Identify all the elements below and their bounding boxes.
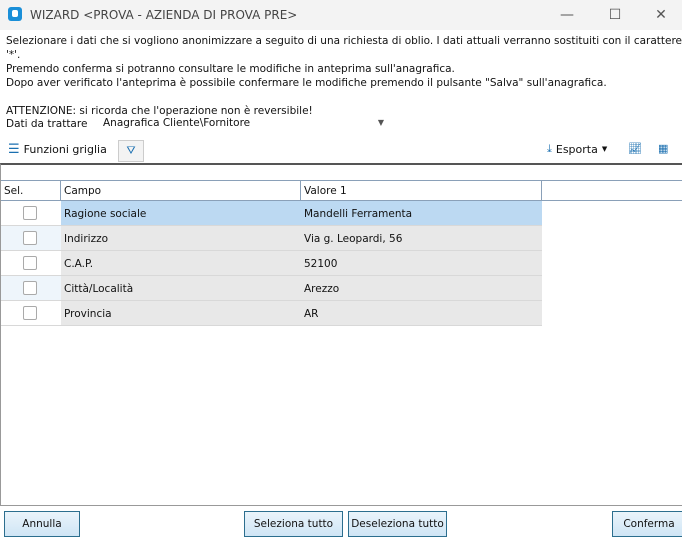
- export-label: Esporta: [555, 142, 598, 156]
- select-all-button[interactable]: Seleziona tutto: [244, 511, 343, 537]
- cell-campo: Città/Località: [64, 283, 134, 295]
- table-row[interactable]: Città/Località Arezzo: [1, 276, 542, 301]
- dati-value: Anagrafica Cliente\Fornitore: [103, 117, 251, 129]
- column-header-sel[interactable]: Sel.: [1, 181, 61, 200]
- instruction-line: Selezionare i dati che si vogliono anoni…: [6, 35, 682, 61]
- row-checkbox[interactable]: [23, 306, 37, 320]
- grid-functions-button[interactable]: ☰ Funzioni griglia: [8, 142, 107, 157]
- cell-valore: Via g. Leopardi, 56: [304, 233, 403, 245]
- grid-toolbar: ☰ Funzioni griglia ⛛ ⤓ Esporta ▼ 📈︎ ▦: [0, 140, 682, 162]
- export-button[interactable]: ⤓ Esporta ▼: [547, 142, 607, 156]
- dati-select[interactable]: Anagrafica Cliente\Fornitore ▼: [98, 114, 388, 134]
- minimize-button[interactable]: —: [552, 4, 582, 26]
- row-checkbox[interactable]: [23, 231, 37, 245]
- cancel-button[interactable]: Annulla: [4, 511, 80, 537]
- table-row[interactable]: Ragione sociale Mandelli Ferramenta: [1, 201, 542, 226]
- grid-layout-icon[interactable]: ▦: [658, 142, 668, 155]
- instructions: Selezionare i dati che si vogliono anoni…: [6, 34, 682, 118]
- cell-campo: C.A.P.: [64, 258, 94, 270]
- instruction-line: Premendo conferma si potranno consultare…: [6, 63, 455, 75]
- instruction-line: Dopo aver verificato l'anteprima è possi…: [6, 77, 607, 89]
- maximize-button[interactable]: ☐: [600, 4, 630, 26]
- table-row[interactable]: Provincia AR: [1, 301, 542, 326]
- table-row[interactable]: Indirizzo Via g. Leopardi, 56: [1, 226, 542, 251]
- list-icon: ☰: [8, 142, 20, 157]
- chart-icon[interactable]: 📈︎: [628, 142, 642, 155]
- grid-functions-label: Funzioni griglia: [23, 143, 107, 156]
- window-title: WIZARD <PROVA - AZIENDA DI PROVA PRE>: [30, 8, 298, 22]
- download-icon: ⤓: [547, 142, 552, 155]
- table-row[interactable]: C.A.P. 52100: [1, 251, 542, 276]
- column-header-valore[interactable]: Valore 1: [301, 181, 542, 200]
- cell-campo: Provincia: [64, 308, 112, 320]
- title-bar: WIZARD <PROVA - AZIENDA DI PROVA PRE> — …: [0, 0, 682, 30]
- dati-label: Dati da trattare: [6, 118, 88, 130]
- row-checkbox[interactable]: [23, 206, 37, 220]
- filter-button[interactable]: ⛛: [118, 140, 144, 162]
- column-header-campo[interactable]: Campo: [61, 181, 301, 200]
- row-checkbox[interactable]: [23, 256, 37, 270]
- grid-header: Sel. Campo Valore 1: [1, 180, 682, 201]
- chevron-down-icon: ▼: [377, 118, 384, 127]
- app-logo-icon: [8, 7, 22, 21]
- cell-valore: Arezzo: [304, 283, 340, 295]
- cell-campo: Ragione sociale: [61, 201, 301, 225]
- cell-valore: 52100: [304, 258, 338, 270]
- cell-valore: Mandelli Ferramenta: [301, 201, 542, 225]
- confirm-button[interactable]: Conferma: [612, 511, 682, 537]
- cell-campo: Indirizzo: [64, 233, 109, 245]
- filter-icon: ⛛: [126, 144, 136, 157]
- caret-down-icon: ▼: [601, 145, 608, 153]
- close-button[interactable]: ✕: [646, 4, 676, 26]
- row-checkbox[interactable]: [23, 281, 37, 295]
- cell-valore: AR: [304, 308, 319, 320]
- data-grid: Sel. Campo Valore 1 Ragione sociale Mande…: [0, 163, 682, 506]
- deselect-all-button[interactable]: Deseleziona tutto: [348, 511, 447, 537]
